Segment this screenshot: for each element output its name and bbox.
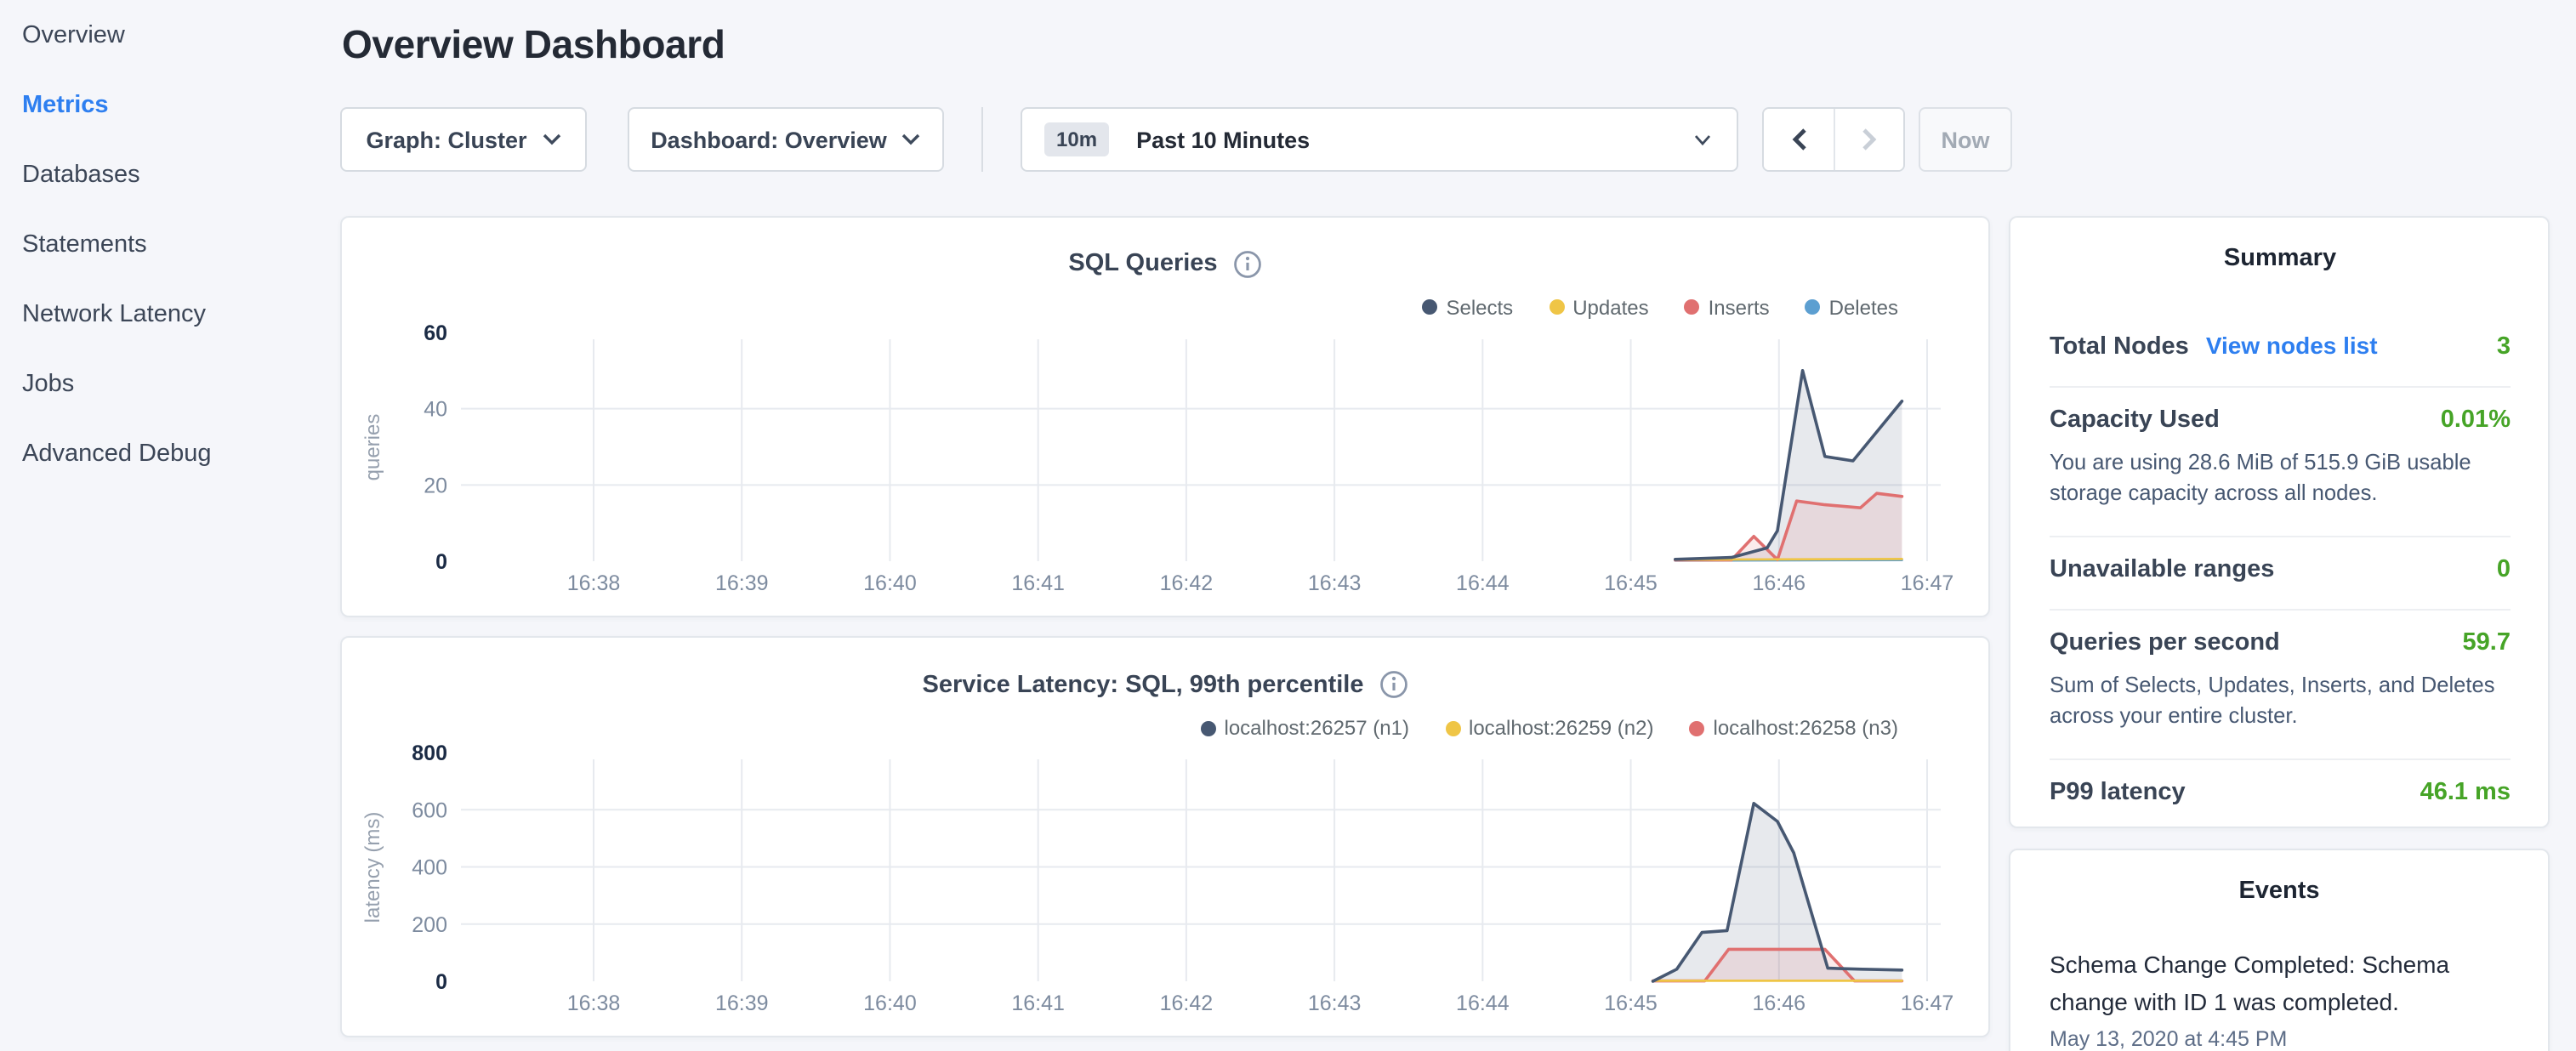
sidebar-item-metrics[interactable]: Metrics: [0, 70, 332, 139]
y-tick-label: 40: [424, 397, 447, 421]
x-tick-label: 16:39: [715, 991, 769, 1015]
y-tick-label: 600: [412, 798, 447, 822]
time-step-buttons: [1762, 107, 1905, 172]
sidebar-item-statements[interactable]: Statements: [0, 209, 332, 279]
x-tick-label: 16:43: [1308, 991, 1362, 1015]
sidebar-item-overview[interactable]: Overview: [0, 0, 332, 70]
summary-panel: Summary Total Nodes View nodes list 3 Ca…: [2009, 215, 2550, 828]
event-list-item[interactable]: Schema Change Completed: Schema change w…: [2050, 945, 2509, 1051]
x-tick-label: 16:47: [1901, 991, 1954, 1015]
sidebar-item-databases[interactable]: Databases: [0, 139, 332, 209]
x-tick-label: 16:43: [1308, 571, 1362, 594]
y-tick-label: 60: [424, 321, 447, 344]
service-latency-plot[interactable]: 16:38 16:39 16:40 16:41 16:42 16:43 16:44 16:45…: [342, 638, 1992, 1039]
time-back-button[interactable]: [1764, 109, 1834, 170]
x-tick-label: 16:47: [1901, 571, 1954, 594]
events-panel: Events Schema Change Completed: Schema c…: [2009, 848, 2550, 1051]
summary-row-value: 59.7: [2463, 628, 2511, 656]
chevron-left-icon: [1790, 128, 1807, 151]
x-tick-label: 16:45: [1604, 571, 1658, 594]
x-tick-label: 16:44: [1456, 991, 1510, 1015]
y-tick-label: 0: [435, 970, 447, 994]
sidebar-nav: OverviewMetricsDatabasesStatementsNetwor…: [0, 0, 332, 1051]
y-tick-label: 800: [412, 741, 447, 765]
summary-row-capacity-used: Capacity Used 0.01% You are using 28.6 M…: [2050, 387, 2511, 537]
x-tick-label: 16:46: [1752, 571, 1805, 594]
sidebar-item-jobs[interactable]: Jobs: [0, 349, 332, 418]
dashboard-dropdown-label: Dashboard: Overview: [651, 127, 887, 152]
x-tick-label: 16:42: [1160, 991, 1214, 1015]
y-tick-label: 20: [424, 473, 447, 497]
toolbar-divider: [981, 107, 983, 172]
sidebar-item-network-latency[interactable]: Network Latency: [0, 279, 332, 349]
sql-queries-plot[interactable]: 16:38 16:39 16:40 16:41 16:42 16:43 16:44 16:45…: [342, 217, 1992, 618]
app-viewport: OverviewMetricsDatabasesStatementsNetwor…: [0, 0, 2576, 1051]
y-axis-unit-label: queries: [361, 413, 384, 480]
summary-row-subtext: Sum of Selects, Updates, Inserts, and De…: [2050, 669, 2511, 732]
event-timestamp: May 13, 2020 at 4:45 PM: [2050, 1027, 2509, 1051]
time-range-dropdown[interactable]: 10m Past 10 Minutes: [1021, 107, 1738, 172]
y-tick-label: 400: [412, 856, 447, 880]
summary-row-label: P99 latency: [2050, 778, 2186, 805]
time-range-label: Past 10 Minutes: [1136, 127, 1310, 152]
chevron-down-icon: [1694, 134, 1711, 146]
events-title: Events: [2050, 877, 2509, 904]
y-tick-label: 0: [435, 549, 447, 573]
event-text: Schema Change Completed: Schema change w…: [2050, 945, 2509, 1022]
x-tick-label: 16:40: [863, 991, 917, 1015]
time-range-badge: 10m: [1044, 122, 1109, 156]
service-latency-chart-card: Service Latency: SQL, 99th percentile lo…: [340, 636, 1990, 1037]
summary-row-label: Capacity Used: [2050, 406, 2220, 433]
x-tick-label: 16:38: [567, 571, 621, 594]
x-tick-label: 16:38: [567, 991, 621, 1015]
y-axis-unit-label: latency (ms): [361, 812, 384, 923]
summary-row-total-nodes: Total Nodes View nodes list 3: [2050, 312, 2511, 387]
sql-queries-chart-card: SQL Queries SelectsUpdatesInsertsDeletes…: [340, 215, 1990, 616]
time-forward-button[interactable]: [1834, 109, 1903, 170]
summary-row-value: 0.01%: [2441, 406, 2511, 433]
chevron-right-icon: [1861, 128, 1878, 151]
view-nodes-list-link[interactable]: View nodes list: [2206, 331, 2378, 358]
summary-row-label: Queries per second: [2050, 628, 2280, 656]
page-title: Overview Dashboard: [342, 22, 725, 68]
summary-row-unavailable-ranges: Unavailable ranges 0: [2050, 537, 2511, 610]
dashboard-dropdown[interactable]: Dashboard: Overview: [628, 107, 944, 172]
summary-row-label: Total Nodes: [2050, 332, 2189, 360]
graph-dropdown-label: Graph: Cluster: [366, 127, 526, 152]
graph-dropdown[interactable]: Graph: Cluster: [340, 107, 587, 172]
x-tick-label: 16:45: [1604, 991, 1658, 1015]
x-tick-label: 16:44: [1456, 571, 1510, 594]
x-tick-label: 16:41: [1011, 991, 1065, 1015]
x-tick-label: 16:42: [1160, 571, 1214, 594]
x-tick-label: 16:41: [1011, 571, 1065, 594]
summary-row-p99-latency: P99 latency 46.1 ms: [2050, 759, 2511, 831]
summary-row-value: 46.1 ms: [2420, 778, 2511, 805]
now-button[interactable]: Now: [1919, 107, 2012, 172]
x-tick-label: 16:39: [715, 571, 769, 594]
x-tick-label: 16:46: [1752, 991, 1805, 1015]
x-tick-label: 16:40: [863, 571, 917, 594]
chevron-down-icon: [902, 133, 921, 146]
y-tick-label: 200: [412, 913, 447, 937]
summary-row-subtext: You are using 28.6 MiB of 515.9 GiB usab…: [2050, 446, 2511, 509]
summary-row-label: Unavailable ranges: [2050, 555, 2274, 582]
summary-row-value: 3: [2497, 332, 2511, 360]
sidebar-item-advanced-debug[interactable]: Advanced Debug: [0, 418, 332, 488]
toolbar: Graph: Cluster Dashboard: Overview 10m P…: [340, 107, 2012, 172]
summary-row-queries-per-second: Queries per second 59.7 Sum of Selects, …: [2050, 610, 2511, 759]
chevron-down-icon: [543, 133, 561, 146]
summary-title: Summary: [2050, 244, 2511, 271]
summary-row-value: 0: [2497, 555, 2511, 582]
